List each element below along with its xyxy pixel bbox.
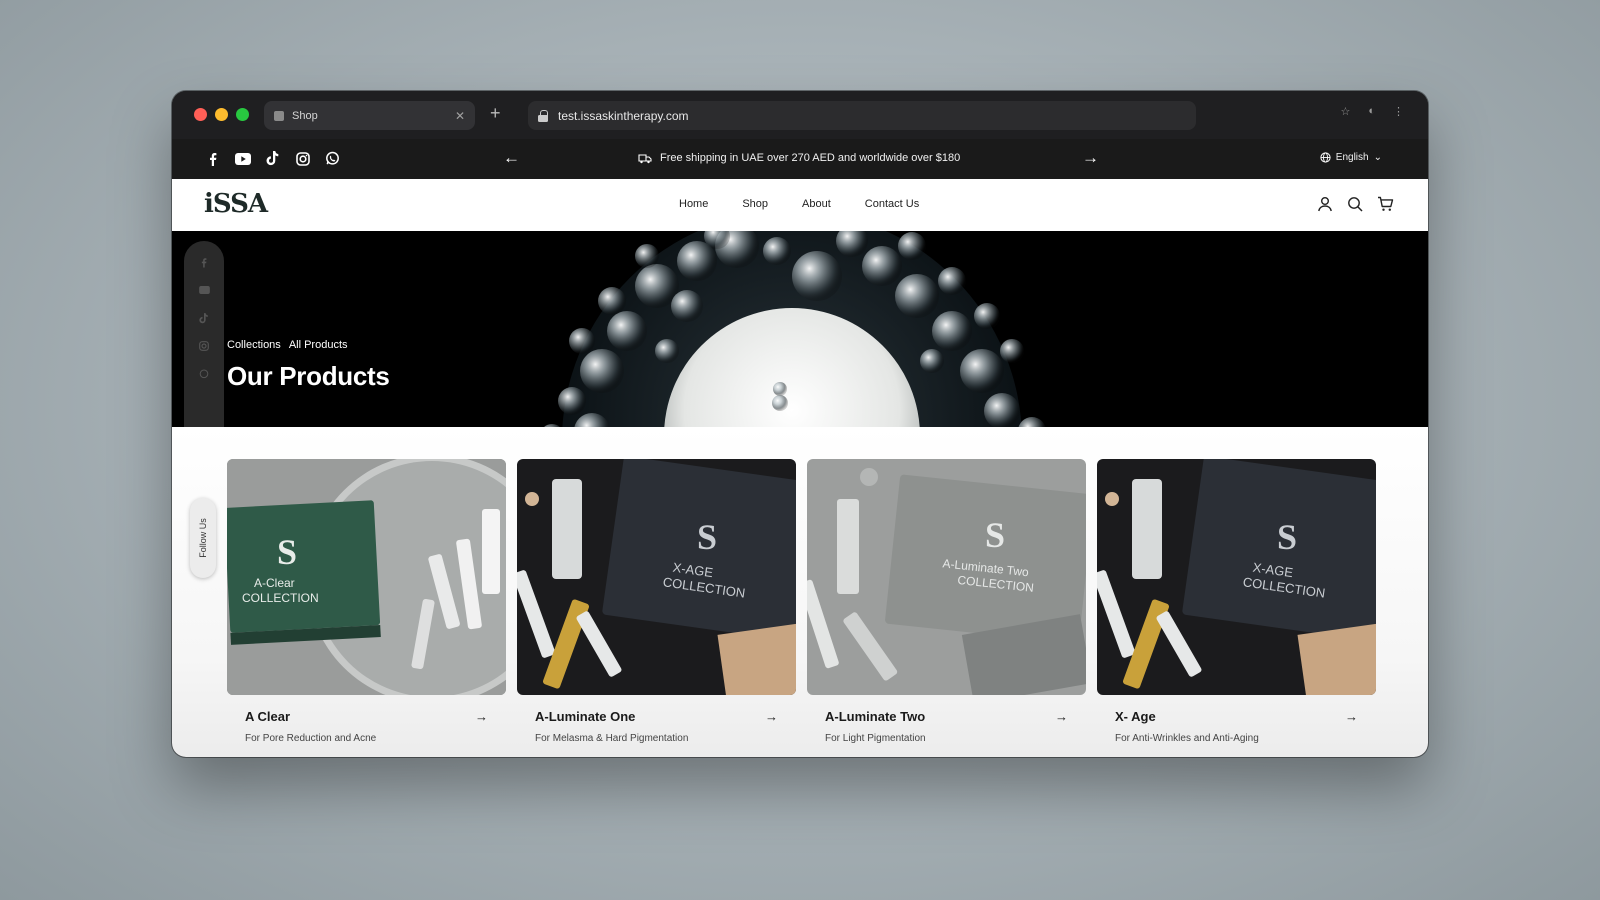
product-name[interactable]: A-Luminate Two: [825, 709, 925, 724]
products-section: S A-Clear COLLECTION A Clear → For Pore …: [172, 427, 1428, 757]
nav-contact[interactable]: Contact Us: [865, 198, 919, 210]
product-subtitle: For Melasma & Hard Pigmentation: [535, 733, 689, 744]
language-label: English: [1335, 152, 1369, 163]
shipping-truck-icon: [638, 154, 652, 164]
product-card-a-clear[interactable]: S A-Clear COLLECTION A Clear → For Pore …: [227, 459, 506, 744]
announcement-next-arrow-icon[interactable]: →: [1082, 148, 1099, 168]
rail-youtube-icon[interactable]: [196, 282, 212, 298]
svg-text:A-Clear: A-Clear: [254, 576, 295, 590]
rail-whatsapp-icon[interactable]: [196, 366, 212, 382]
search-icon[interactable]: [1346, 195, 1364, 213]
product-subtitle: For Anti-Wrinkles and Anti-Aging: [1115, 733, 1259, 744]
arrow-right-icon[interactable]: →: [1055, 709, 1068, 724]
nav-about[interactable]: About: [802, 198, 831, 210]
product-card-a-luminate-one[interactable]: S X-AGE COLLECTION A-Luminate One → For …: [517, 459, 796, 744]
header-actions: [1316, 195, 1394, 213]
breadcrumb: Collections All Products: [227, 339, 348, 351]
youtube-icon[interactable]: [234, 150, 251, 167]
announcement-message: Free shipping in UAE over 270 AED and wo…: [638, 152, 960, 164]
tab-close-icon[interactable]: ✕: [455, 109, 465, 123]
new-tab-button[interactable]: +: [490, 103, 501, 124]
product-image[interactable]: S X-AGE COLLECTION: [517, 459, 796, 695]
product-image[interactable]: S A-Clear COLLECTION: [227, 459, 506, 695]
browser-menu-icon[interactable]: ⋮: [1393, 105, 1404, 118]
chevron-down-icon: ⌄: [1373, 152, 1382, 163]
favicon-icon: [274, 110, 284, 121]
follow-rail: [184, 241, 224, 427]
window-controls: [194, 108, 249, 121]
follow-us-label: Follow Us: [198, 518, 209, 558]
arrow-right-icon[interactable]: →: [765, 709, 778, 724]
bookmark-star-icon[interactable]: ☆: [1340, 105, 1350, 118]
svg-text:COLLECTION: COLLECTION: [242, 591, 319, 605]
svg-text:S: S: [697, 517, 717, 557]
hero-banner: Collections All Products Our Products: [172, 231, 1428, 427]
account-icon[interactable]: [1316, 195, 1334, 213]
product-card-x-age[interactable]: S X-AGE COLLECTION X- Age → For Anti-Wri…: [1097, 459, 1376, 744]
tab-title: Shop: [292, 109, 318, 122]
product-image[interactable]: S A-Luminate Two COLLECTION: [807, 459, 1086, 695]
announcement-bar: ← Free shipping in UAE over 270 AED and …: [172, 139, 1428, 179]
arrow-right-icon[interactable]: →: [475, 709, 488, 724]
minimize-window-button[interactable]: [215, 108, 228, 121]
announcement-prev-arrow-icon[interactable]: ←: [503, 148, 520, 168]
address-bar[interactable]: test.issaskintherapy.com: [528, 101, 1196, 130]
arrow-right-icon[interactable]: →: [1345, 709, 1358, 724]
nav-shop[interactable]: Shop: [742, 198, 768, 210]
nav-home[interactable]: Home: [679, 198, 708, 210]
url-text: test.issaskintherapy.com: [558, 108, 689, 123]
product-image[interactable]: S X-AGE COLLECTION: [1097, 459, 1376, 695]
rail-instagram-icon[interactable]: [196, 338, 212, 354]
product-grid: S A-Clear COLLECTION A Clear → For Pore …: [227, 459, 1376, 744]
svg-text:S: S: [277, 532, 297, 572]
browser-tab[interactable]: Shop ✕: [264, 101, 475, 130]
tiktok-icon[interactable]: [264, 150, 281, 167]
breadcrumb-collections[interactable]: Collections: [227, 339, 281, 351]
social-links: [204, 150, 341, 167]
svg-text:S: S: [1277, 517, 1297, 557]
page-title: Our Products: [227, 361, 390, 391]
browser-window: Shop ✕ + test.issaskintherapy.com ☆ ◐ ⋮: [172, 91, 1428, 757]
product-name[interactable]: X- Age: [1115, 709, 1156, 724]
globe-icon: [1320, 152, 1331, 163]
breadcrumb-current: All Products: [288, 339, 348, 351]
main-nav: Home Shop About Contact Us: [679, 198, 919, 210]
rail-facebook-icon[interactable]: [196, 254, 212, 270]
announcement-text: Free shipping in UAE over 270 AED and wo…: [660, 152, 961, 164]
product-subtitle: For Pore Reduction and Acne: [245, 733, 377, 744]
browser-toolbar-icons: ☆ ◐ ⋮: [1340, 105, 1404, 118]
site-header: iSSA Home Shop About Contact Us: [172, 179, 1428, 231]
product-subtitle: For Light Pigmentation: [825, 733, 926, 744]
cart-icon[interactable]: [1376, 195, 1394, 213]
lock-icon: [538, 109, 548, 122]
rail-tiktok-icon[interactable]: [196, 310, 212, 326]
hero-bubbles-image: [544, 231, 1046, 427]
facebook-icon[interactable]: [204, 150, 221, 167]
product-name[interactable]: A-Luminate One: [535, 709, 635, 724]
issa-logo[interactable]: iSSA: [204, 189, 268, 219]
instagram-icon[interactable]: [294, 150, 311, 167]
close-window-button[interactable]: [194, 108, 207, 121]
whatsapp-icon[interactable]: [324, 150, 341, 167]
browser-chrome: Shop ✕ + test.issaskintherapy.com ☆ ◐ ⋮: [172, 91, 1428, 139]
language-selector[interactable]: English ⌄: [1320, 152, 1382, 163]
follow-us-toggle[interactable]: Follow Us: [190, 498, 216, 578]
maximize-window-button[interactable]: [236, 108, 249, 121]
theme-toggle-icon[interactable]: ◐: [1368, 105, 1375, 118]
product-name[interactable]: A Clear: [245, 709, 290, 724]
svg-text:S: S: [985, 515, 1005, 555]
product-card-a-luminate-two[interactable]: S A-Luminate Two COLLECTION A-Luminate T…: [807, 459, 1086, 744]
